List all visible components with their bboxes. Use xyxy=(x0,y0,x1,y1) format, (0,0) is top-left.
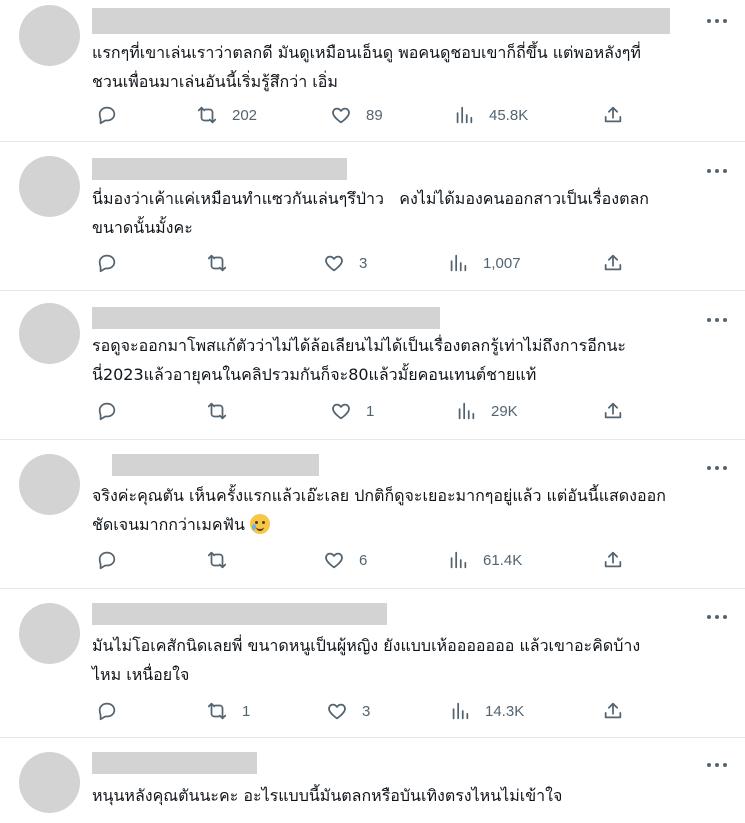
like-count: 89 xyxy=(366,106,383,124)
like-count: 3 xyxy=(362,702,371,720)
like-icon xyxy=(325,255,343,272)
views-button[interactable]: 61.4K xyxy=(447,548,522,572)
share-button[interactable] xyxy=(602,251,624,275)
like-icon xyxy=(332,107,350,124)
views-button[interactable]: 14.3K xyxy=(449,699,524,723)
views-count: 14.3K xyxy=(485,702,525,720)
redacted-username xyxy=(92,752,257,774)
retweet-icon xyxy=(207,702,227,720)
like-button[interactable]: 6 xyxy=(323,548,367,572)
reply-icon xyxy=(98,702,116,721)
share-button[interactable] xyxy=(602,399,624,423)
retweet-button[interactable] xyxy=(206,399,228,423)
like-count: 3 xyxy=(359,254,368,272)
retweet-count: 202 xyxy=(232,106,258,124)
retweet-button[interactable]: 1 xyxy=(206,699,250,723)
views-icon xyxy=(458,402,475,420)
like-count: 6 xyxy=(359,551,368,569)
avatar[interactable] xyxy=(19,156,80,217)
views-count: 45.8K xyxy=(489,106,529,124)
like-button[interactable]: 3 xyxy=(323,251,367,275)
tweet-text: หนุนหลังคุณตันนะคะ อะไรแบบนี้มันตลกหรือบ… xyxy=(92,786,563,805)
share-icon xyxy=(604,702,622,719)
share-icon xyxy=(604,402,622,419)
retweet-button[interactable] xyxy=(206,548,228,572)
more-icon[interactable] xyxy=(707,166,727,176)
share-icon xyxy=(604,106,622,123)
reply-button[interactable] xyxy=(96,103,118,127)
reply-button[interactable] xyxy=(96,251,118,275)
tweet[interactable]: รอดูจะออกมาโพสแก้ตัวว่าไม่ได้ล้อเลียนไม่… xyxy=(0,291,745,439)
avatar[interactable] xyxy=(19,303,80,364)
reply-icon xyxy=(98,402,116,421)
like-button[interactable]: 1 xyxy=(330,399,374,423)
reply-button[interactable] xyxy=(96,399,118,423)
views-count: 1,007 xyxy=(483,254,521,272)
reply-icon xyxy=(98,254,116,273)
views-count: 61.4K xyxy=(483,551,523,569)
avatar[interactable] xyxy=(19,603,80,664)
redacted-username xyxy=(92,158,347,180)
like-button[interactable]: 3 xyxy=(326,699,370,723)
redacted-username xyxy=(92,8,670,34)
share-button[interactable] xyxy=(602,699,624,723)
reply-button[interactable] xyxy=(96,548,118,572)
reply-icon xyxy=(98,551,116,570)
avatar[interactable] xyxy=(19,752,80,813)
avatar[interactable] xyxy=(19,5,80,66)
like-icon xyxy=(332,403,350,420)
more-icon[interactable] xyxy=(707,612,727,622)
more-icon[interactable] xyxy=(707,315,727,325)
tweet-text: แรกๆที่เขาเล่นเราว่าตลกดี มันดูเหมือนเอ็… xyxy=(92,43,641,91)
views-icon xyxy=(452,702,469,720)
tweet[interactable]: มันไม่โอเคสักนิดเลยพี่ ขนาดหนูเป็นผู้หญิ… xyxy=(0,589,745,737)
share-button[interactable] xyxy=(602,103,624,127)
redacted-username xyxy=(92,307,440,329)
retweet-icon xyxy=(207,551,227,569)
share-icon xyxy=(604,551,622,568)
like-button[interactable]: 89 xyxy=(330,103,383,127)
retweet-icon xyxy=(197,106,217,124)
like-icon xyxy=(325,552,343,569)
reply-button[interactable] xyxy=(96,699,118,723)
views-button[interactable]: 1,007 xyxy=(447,251,521,275)
more-icon[interactable] xyxy=(707,463,727,473)
retweet-icon xyxy=(207,402,227,420)
more-icon[interactable] xyxy=(707,16,727,26)
tweet[interactable]: จริงค่ะคุณตัน เห็นครั้งแรกแล้วเอ๊ะเลย ปก… xyxy=(0,440,745,588)
more-icon[interactable] xyxy=(707,760,727,770)
retweet-count: 1 xyxy=(242,702,251,720)
tweet[interactable]: นี่มองว่าเค้าแค่เหมือนทำแซวกันเล่นๆรึป่า… xyxy=(0,142,745,290)
retweet-button[interactable]: 202 xyxy=(196,103,257,127)
views-button[interactable]: 29K xyxy=(455,399,518,423)
retweet-icon xyxy=(207,254,227,272)
tweet-text-content: จริงค่ะคุณตัน เห็นครั้งแรกแล้วเอ๊ะเลย ปก… xyxy=(92,486,666,534)
redacted-username xyxy=(92,603,387,625)
tweet-text: จริงค่ะคุณตัน เห็นครั้งแรกแล้วเอ๊ะเลย ปก… xyxy=(92,481,722,539)
views-icon xyxy=(450,551,467,569)
tweet-text: รอดูจะออกมาโพสแก้ตัวว่าไม่ได้ล้อเลียนไม่… xyxy=(92,336,627,384)
face-holding-back-tears-emoji xyxy=(249,514,270,534)
retweet-button[interactable] xyxy=(206,251,228,275)
tweet[interactable]: หนุนหลังคุณตันนะคะ อะไรแบบนี้มันตลกหรือบ… xyxy=(0,738,745,823)
like-icon xyxy=(328,703,346,720)
tweet-text: มันไม่โอเคสักนิดเลยพี่ ขนาดหนูเป็นผู้หญิ… xyxy=(92,636,641,684)
tweet-text: นี่มองว่าเค้าแค่เหมือนทำแซวกันเล่นๆรึป่า… xyxy=(92,189,649,237)
views-count: 29K xyxy=(491,402,518,420)
tweet[interactable]: แรกๆที่เขาเล่นเราว่าตลกดี มันดูเหมือนเอ็… xyxy=(0,0,745,140)
share-button[interactable] xyxy=(602,548,624,572)
redacted-username xyxy=(112,454,319,476)
avatar[interactable] xyxy=(19,454,80,515)
like-count: 1 xyxy=(366,402,375,420)
reply-icon xyxy=(98,106,116,125)
views-icon xyxy=(450,254,467,272)
share-icon xyxy=(604,254,622,271)
views-button[interactable]: 45.8K xyxy=(453,103,528,127)
views-icon xyxy=(456,106,473,124)
